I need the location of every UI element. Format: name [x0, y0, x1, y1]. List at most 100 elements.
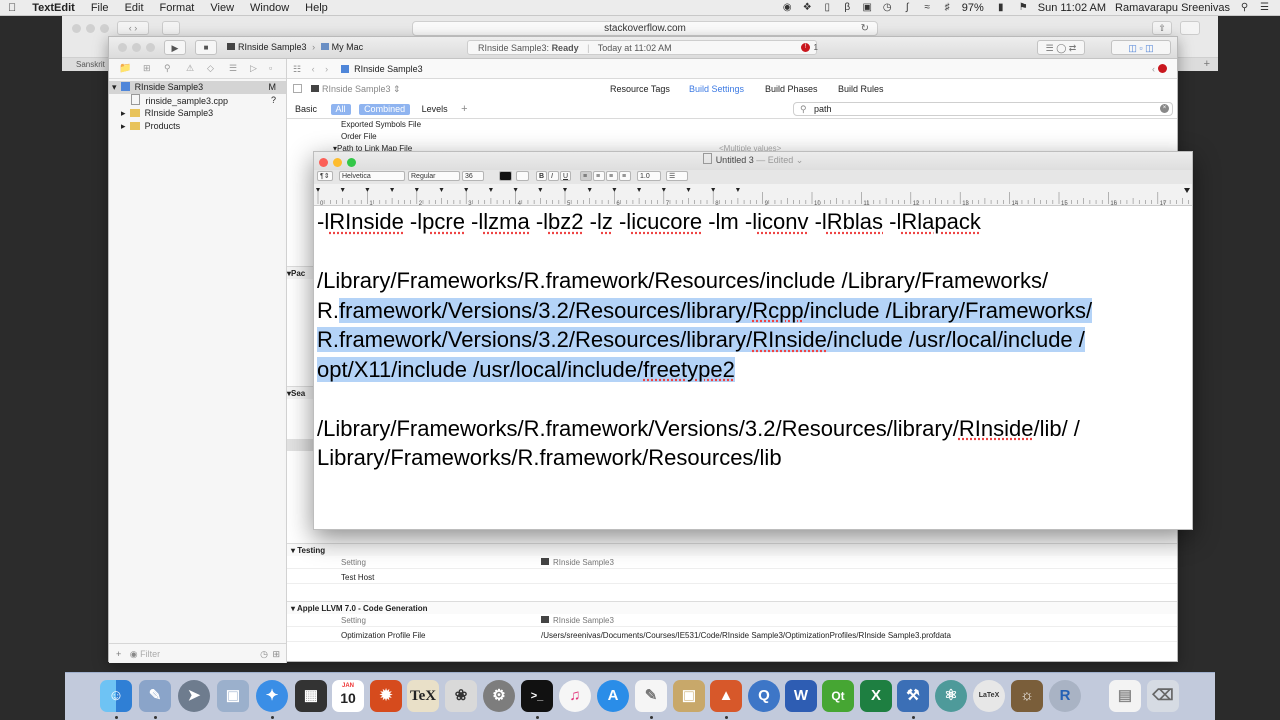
menu-view[interactable]: View	[202, 2, 242, 14]
highlight-color-well[interactable]	[516, 171, 529, 181]
run-button[interactable]: ▶	[164, 40, 186, 55]
matlab-icon[interactable]: ▲	[710, 680, 742, 712]
align-center-button[interactable]: ≡	[593, 171, 605, 181]
flag-icon[interactable]: ⚑	[1018, 2, 1029, 13]
align-right-button[interactable]: ≡	[606, 171, 618, 181]
settings-search-field[interactable]: ⚲ path ×	[793, 102, 1173, 116]
scope-combined[interactable]: Combined	[359, 104, 411, 115]
grid-icon[interactable]: ⊞	[272, 644, 280, 664]
r-icon[interactable]: R	[1049, 680, 1081, 712]
jump-bar-project[interactable]: RInside Sample3	[354, 64, 423, 74]
mathematica-icon[interactable]: ✹	[370, 680, 402, 712]
italic-button[interactable]: I	[548, 171, 559, 181]
sidebar-toggle-icon[interactable]	[293, 84, 302, 93]
tab-stop-marker[interactable]	[538, 188, 543, 192]
document-title[interactable]: Untitled 3	[716, 155, 754, 165]
battery-percent[interactable]: 97%	[962, 2, 984, 14]
tab-stop-marker[interactable]	[488, 188, 493, 192]
debug-icon[interactable]: ☰	[229, 63, 237, 74]
issue-indicator-icon[interactable]	[1158, 64, 1167, 73]
box-icon[interactable]: ▯	[822, 2, 833, 13]
clock-icon[interactable]: ◷	[882, 2, 893, 13]
tab-stop-marker[interactable]	[587, 188, 592, 192]
menu-format[interactable]: Format	[152, 2, 203, 14]
underline-button[interactable]: U	[560, 171, 571, 181]
textedit-icon[interactable]: ✎	[635, 680, 667, 712]
xcode-traffic-lights[interactable]	[118, 43, 160, 55]
menu-clock[interactable]: Sun 11:02 AM	[1038, 2, 1106, 14]
view-toggle-icons[interactable]: ◫ ▫ ◫	[1111, 40, 1171, 55]
word-icon[interactable]: W	[785, 680, 817, 712]
prev-issue-icon[interactable]: ‹	[1152, 59, 1155, 79]
display-icon[interactable]: ▣	[862, 2, 873, 13]
related-items-icon[interactable]: ☷	[293, 64, 301, 74]
safari-share-icon[interactable]: ⇧	[1152, 21, 1172, 35]
photobooth-icon[interactable]: ▦	[295, 680, 327, 712]
spotlight-search-icon[interactable]: ⚲	[1239, 2, 1250, 13]
back-icon[interactable]: ‹	[312, 64, 315, 74]
menu-window[interactable]: Window	[242, 2, 297, 14]
gnu-icon[interactable]: ☼	[1011, 680, 1043, 712]
setting-row[interactable]: Order File	[287, 131, 1177, 143]
filter-input[interactable]: Filter	[140, 649, 160, 659]
preview-edit-icon[interactable]: ▣	[673, 680, 705, 712]
battery-icon[interactable]: ▮	[993, 2, 1009, 13]
tab-stop-marker[interactable]	[563, 188, 567, 192]
system-preferences-icon[interactable]: ⚙	[483, 680, 515, 712]
nav-item-group[interactable]: ▸ RInside Sample3	[109, 107, 286, 120]
tab-stop-marker[interactable]	[513, 188, 518, 192]
issue-count[interactable]: 1	[814, 41, 818, 55]
record-icon[interactable]: ◉	[782, 2, 793, 13]
bold-button[interactable]: B	[536, 171, 547, 181]
setting-row[interactable]: Exported Symbols File	[287, 119, 1177, 131]
nav-item-products[interactable]: ▸ Products	[109, 120, 286, 133]
test-icon[interactable]: ◇	[207, 63, 214, 74]
menu-edit[interactable]: Edit	[117, 2, 152, 14]
safari-tabs-icon[interactable]	[1180, 21, 1200, 35]
tab-build-phases[interactable]: Build Phases	[765, 79, 818, 99]
font-size-popup[interactable]: 36	[462, 171, 484, 181]
issue-icon[interactable]: ⚠	[186, 63, 194, 74]
tab-stop-marker[interactable]	[439, 188, 444, 192]
volume-icon[interactable]: ♯	[942, 2, 953, 13]
editor-mode-icons[interactable]: ☰ ◯ ⇄	[1037, 40, 1085, 55]
close-window-icon[interactable]	[319, 158, 328, 167]
menu-user[interactable]: Ramavarapu Sreenivas	[1115, 2, 1230, 14]
ruler[interactable]: 0 1 2 3 4 5 6 7 8 9 10 11 12 13 14 15 16 17	[314, 184, 1202, 207]
report-icon[interactable]: ▫	[269, 63, 272, 73]
app-store-icon[interactable]: A	[597, 680, 629, 712]
target-popup[interactable]: RInside Sample3 ⇕	[311, 79, 401, 99]
safari-back-forward[interactable]: ‹ ›	[117, 21, 149, 35]
zoom-window-icon[interactable]	[347, 158, 356, 167]
tab-stop-marker[interactable]	[612, 188, 617, 192]
stop-button[interactable]: ■	[195, 40, 217, 55]
add-icon[interactable]: +	[116, 649, 121, 659]
forward-icon[interactable]: ›	[325, 64, 328, 74]
safari-traffic-lights[interactable]	[72, 24, 114, 36]
tab-stop-marker[interactable]	[414, 188, 419, 192]
folder-icon[interactable]: 📁	[119, 63, 131, 74]
scope-levels[interactable]: Levels	[417, 104, 453, 115]
tab-stop-marker[interactable]	[686, 188, 691, 192]
tab-stop-marker[interactable]	[464, 188, 469, 192]
texshop-icon[interactable]: TeX	[407, 680, 439, 712]
scheme-selector[interactable]: RInside Sample3 › My Mac	[227, 41, 363, 54]
ruby-icon[interactable]: ⚛	[935, 680, 967, 712]
tab-build-rules[interactable]: Build Rules	[838, 79, 884, 99]
tab-stop-marker[interactable]	[711, 188, 716, 192]
terminal-icon[interactable]: >_	[521, 680, 553, 712]
scope-all[interactable]: All	[330, 104, 351, 115]
safari-sidebar-icon[interactable]	[162, 21, 180, 35]
dropbox-icon[interactable]: ❖	[802, 2, 813, 13]
tab-resource-tags[interactable]: Resource Tags	[610, 79, 670, 99]
menu-file[interactable]: File	[83, 2, 117, 14]
list-bullets-popup[interactable]: ☰	[666, 171, 688, 181]
clear-search-icon[interactable]: ×	[1160, 104, 1169, 113]
latex-icon[interactable]: LaTeX	[973, 680, 1005, 712]
optimization-profile-value[interactable]: /Users/sreenivas/Documents/Courses/IE531…	[541, 630, 951, 642]
excel-icon[interactable]: X	[860, 680, 892, 712]
photo-icon[interactable]: ▣	[217, 680, 249, 712]
tab-stop-marker[interactable]	[340, 188, 345, 192]
font-family-popup[interactable]: Helvetica	[339, 171, 405, 181]
add-setting-icon[interactable]: +	[461, 103, 467, 115]
